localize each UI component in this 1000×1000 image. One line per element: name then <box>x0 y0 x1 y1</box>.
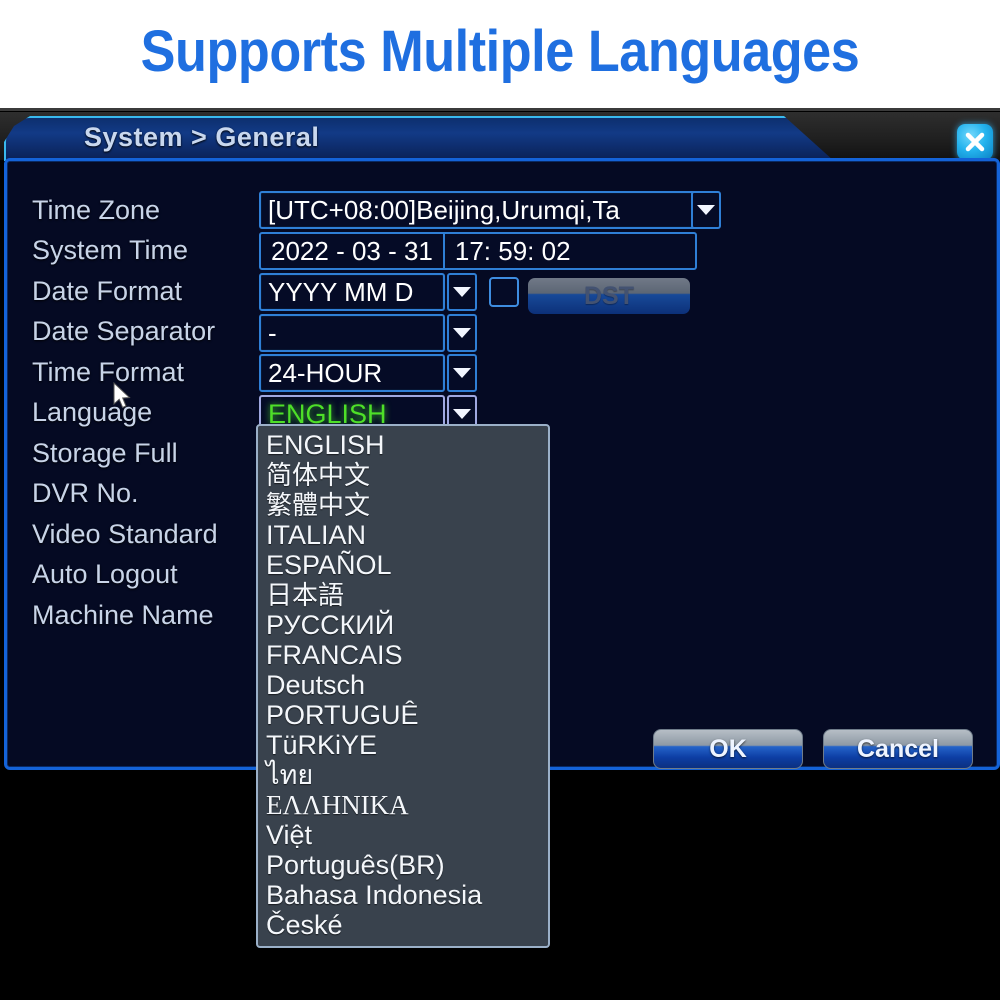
language-option[interactable]: 简体中文 <box>258 460 548 490</box>
dst-checkbox[interactable] <box>489 277 519 307</box>
label-video-standard: Video Standard <box>32 519 218 549</box>
ok-button[interactable]: OK <box>653 729 803 769</box>
banner-title: Supports Multiple Languages <box>140 19 860 84</box>
language-option[interactable]: 日本語 <box>258 580 548 610</box>
date-format-value[interactable]: YYYY MM D <box>259 273 445 311</box>
system-clock-value[interactable]: 17: 59: 02 <box>445 236 581 267</box>
language-option[interactable]: Việt <box>258 820 548 850</box>
language-dropdown-list[interactable]: ENGLISH 简体中文 繁體中文 ITALIAN ESPAÑOL 日本語 РУССКИЙ F… <box>256 424 550 948</box>
chevron-down-icon <box>453 409 471 419</box>
date-separator-dropdown-arrow[interactable] <box>447 314 477 352</box>
label-time-format: Time Format <box>32 357 185 387</box>
label-time-zone: Time Zone <box>32 195 161 225</box>
label-date-format: Date Format <box>32 276 183 306</box>
dialog-title: System > General <box>84 122 320 152</box>
cancel-button[interactable]: Cancel <box>823 729 973 769</box>
label-dvr-no: DVR No. <box>32 478 139 508</box>
system-time-field[interactable]: 2022 - 03 - 31 17: 59: 02 <box>259 232 697 270</box>
label-storage-full: Storage Full <box>32 438 178 468</box>
time-zone-value[interactable]: [UTC+08:00]Beijing,Urumqi,Ta <box>259 191 697 229</box>
chevron-down-icon <box>453 368 471 378</box>
language-option[interactable]: ไทย <box>258 760 548 790</box>
language-option[interactable]: ITALIAN <box>258 520 548 550</box>
language-option[interactable]: ENGLISH <box>258 430 548 460</box>
language-option[interactable]: PORTUGUÊ <box>258 700 548 730</box>
time-zone-dropdown-arrow[interactable] <box>691 191 721 229</box>
language-option[interactable]: FRANCAIS <box>258 640 548 670</box>
language-option[interactable]: České <box>258 910 548 940</box>
label-language: Language <box>32 397 153 427</box>
language-option[interactable]: ESPAÑOL <box>258 550 548 580</box>
banner: Supports Multiple Languages <box>0 0 1000 111</box>
time-format-value[interactable]: 24-HOUR <box>259 354 445 392</box>
label-auto-logout: Auto Logout <box>32 559 178 589</box>
language-option[interactable]: Bahasa Indonesia <box>258 880 548 910</box>
language-option[interactable]: Português(BR) <box>258 850 548 880</box>
dst-button[interactable]: DST <box>528 278 690 314</box>
language-option[interactable]: ΕΛΛΗΝΙΚΑ <box>258 790 548 820</box>
close-button[interactable] <box>957 124 993 160</box>
chevron-down-icon <box>453 328 471 338</box>
label-date-separator: Date Separator <box>32 316 216 346</box>
banner-divider <box>0 108 1000 111</box>
screenshot-root: Supports Multiple Languages System > Gen… <box>0 0 1000 1000</box>
language-option[interactable]: Deutsch <box>258 670 548 700</box>
language-option[interactable]: 繁體中文 <box>258 490 548 520</box>
label-system-time: System Time <box>32 235 189 265</box>
system-date-value[interactable]: 2022 - 03 - 31 <box>261 236 443 267</box>
date-separator-value[interactable]: - <box>259 314 445 352</box>
label-machine-name: Machine Name <box>32 600 214 630</box>
chevron-down-icon <box>697 205 715 215</box>
time-format-dropdown-arrow[interactable] <box>447 354 477 392</box>
mouse-cursor <box>112 381 134 417</box>
language-option[interactable]: РУССКИЙ <box>258 610 548 640</box>
chevron-down-icon <box>453 287 471 297</box>
date-format-dropdown-arrow[interactable] <box>447 273 477 311</box>
language-option[interactable]: TüRKiYE <box>258 730 548 760</box>
